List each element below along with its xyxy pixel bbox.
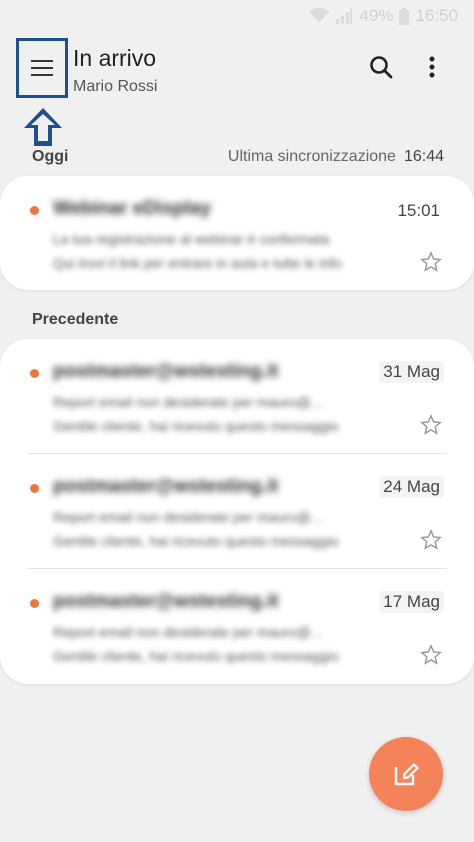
page-title: In arrivo bbox=[73, 45, 157, 71]
email-item[interactable]: postmaster@wstesting.it 17 Mag Report em… bbox=[0, 569, 474, 681]
unread-dot bbox=[30, 484, 39, 493]
sync-info: Ultima sincronizzazione 16:44 bbox=[228, 148, 444, 166]
email-preview-line-1: Report email non desiderate per mauro@..… bbox=[53, 624, 323, 640]
search-icon bbox=[370, 56, 393, 79]
email-sender: Webinar eDisplay bbox=[53, 198, 212, 219]
more-vertical-icon bbox=[429, 56, 435, 78]
email-date: 31 Mag bbox=[379, 361, 444, 383]
unread-dot bbox=[30, 599, 39, 608]
email-preview-line-1: Report email non desiderate per mauro@..… bbox=[53, 394, 323, 410]
compose-button[interactable] bbox=[369, 737, 443, 811]
unread-dot bbox=[30, 369, 39, 378]
account-name: Mario Rossi bbox=[73, 78, 158, 95]
email-date: 15:01 bbox=[397, 201, 440, 220]
section-label-previous: Precedente bbox=[32, 311, 119, 328]
sync-label: Ultima sincronizzazione bbox=[227, 148, 396, 165]
signal-icon bbox=[336, 8, 353, 24]
email-item[interactable]: postmaster@wstesting.it 31 Mag Report em… bbox=[0, 339, 474, 451]
today-card: Webinar eDisplay 15:01 La tua registrazi… bbox=[0, 176, 474, 290]
section-label-today: Oggi bbox=[32, 148, 69, 165]
email-preview-line-2: Gentile cliente, hai ricevuto questo mes… bbox=[53, 648, 339, 664]
status-bar: 49% 16:50 bbox=[0, 0, 474, 32]
compose-icon bbox=[394, 763, 419, 786]
star-outline-icon[interactable] bbox=[420, 644, 442, 666]
arrow-up-icon bbox=[24, 108, 62, 146]
email-sender: postmaster@wstesting.it bbox=[53, 591, 279, 612]
email-item[interactable]: Webinar eDisplay 15:01 La tua registrazi… bbox=[0, 176, 474, 288]
email-preview-line-2: Qui trovi il link per entrare in aula e … bbox=[53, 255, 342, 271]
email-preview-line-1: La tua registrazione al webinar è confer… bbox=[53, 231, 330, 247]
previous-card: postmaster@wstesting.it 31 Mag Report em… bbox=[0, 339, 474, 684]
star-outline-icon[interactable] bbox=[420, 529, 442, 551]
email-date: 24 Mag bbox=[379, 476, 444, 498]
email-sender: postmaster@wstesting.it bbox=[53, 361, 279, 382]
email-sender: postmaster@wstesting.it bbox=[53, 476, 279, 497]
clock: 16:50 bbox=[415, 6, 458, 25]
search-button[interactable] bbox=[366, 52, 396, 82]
hamburger-menu-icon bbox=[31, 60, 53, 76]
email-preview-line-1: Report email non desiderate per mauro@..… bbox=[53, 509, 323, 525]
star-outline-icon[interactable] bbox=[420, 251, 442, 273]
battery-percent: 49% bbox=[359, 6, 394, 25]
star-outline-icon[interactable] bbox=[420, 414, 442, 436]
battery-icon bbox=[399, 7, 410, 25]
email-preview-line-2: Gentile cliente, hai ricevuto questo mes… bbox=[53, 533, 339, 549]
unread-dot bbox=[30, 206, 39, 215]
app-header: In arrivo Mario Rossi bbox=[0, 32, 474, 112]
wifi-icon bbox=[309, 8, 330, 22]
email-date: 17 Mag bbox=[379, 591, 444, 613]
sync-time: 16:44 bbox=[403, 148, 444, 165]
email-item[interactable]: postmaster@wstesting.it 24 Mag Report em… bbox=[0, 454, 474, 566]
more-options-button[interactable] bbox=[420, 52, 444, 82]
email-preview-line-2: Gentile cliente, hai ricevuto questo mes… bbox=[53, 418, 339, 434]
menu-button[interactable] bbox=[16, 38, 68, 98]
